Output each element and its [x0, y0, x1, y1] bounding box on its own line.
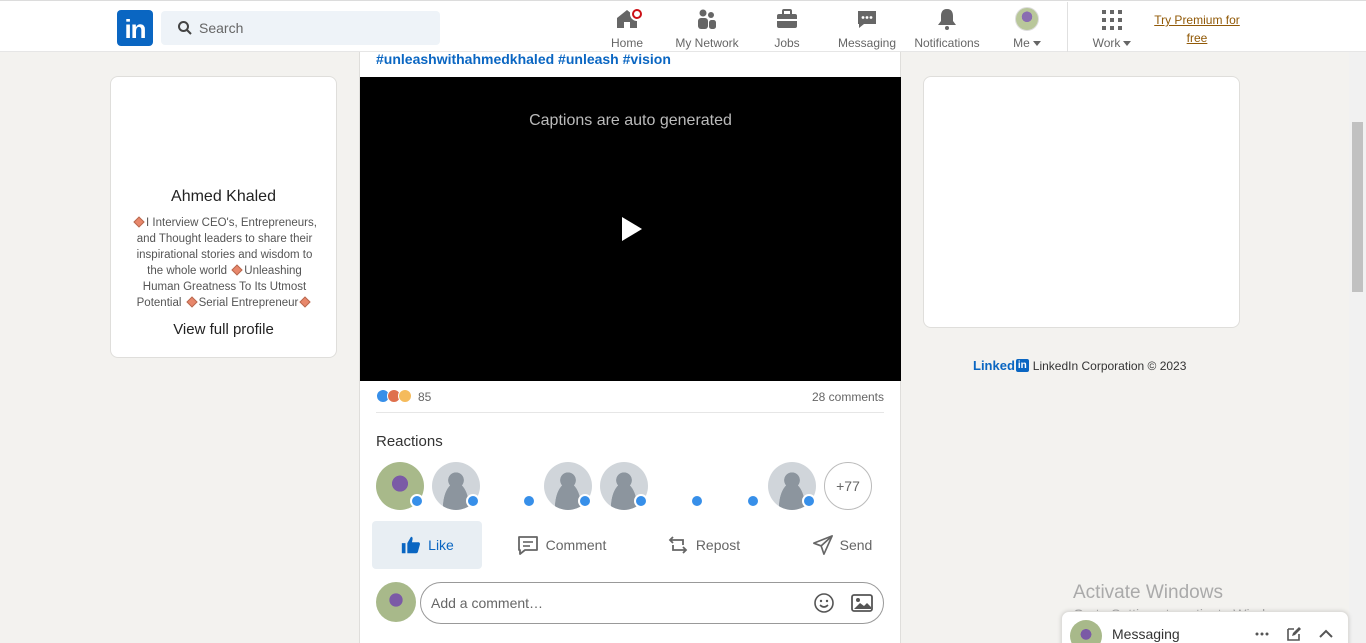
premium-line-2: free — [1186, 31, 1208, 45]
nav-messaging[interactable]: Messaging — [835, 5, 899, 51]
nav-me-label: Me — [1013, 36, 1030, 50]
view-full-profile-link[interactable]: View full profile — [111, 321, 336, 338]
comment-label: Comment — [545, 537, 607, 553]
nav-me[interactable]: Me — [1003, 5, 1051, 51]
like-badge-icon — [578, 494, 592, 508]
linkedin-logo[interactable]: in — [117, 10, 153, 46]
like-badge-icon — [690, 494, 704, 508]
search-icon — [178, 21, 192, 35]
nav-my-network-label: My Network — [675, 36, 739, 50]
messaging-overlay[interactable]: Messaging — [1061, 611, 1349, 643]
my-avatar — [376, 582, 416, 622]
comment-box — [376, 582, 886, 624]
like-badge-icon — [522, 494, 536, 508]
repost-button[interactable]: Repost — [658, 521, 748, 569]
premium-line-1: Try Premium for — [1154, 13, 1240, 27]
nav-notifications-label: Notifications — [914, 36, 980, 50]
nav-divider — [1067, 2, 1068, 52]
chevron-up-icon[interactable] — [1318, 626, 1334, 642]
like-badge-icon — [802, 494, 816, 508]
grid-apps-icon — [1088, 5, 1136, 31]
nav-home[interactable]: Home — [603, 5, 651, 51]
nav-my-network[interactable]: My Network — [669, 5, 745, 51]
home-icon — [603, 5, 651, 31]
like-button[interactable]: Like — [372, 521, 482, 569]
profile-bio: I Interview CEO's, Entrepreneurs, and Th… — [129, 215, 320, 311]
more-options-icon[interactable] — [1254, 626, 1270, 642]
reaction-count[interactable]: 85 — [418, 390, 431, 404]
ad-card — [923, 76, 1240, 328]
activate-windows-title: Activate Windows — [1073, 582, 1223, 603]
diamond-icon — [299, 296, 312, 308]
footer-copyright: LinkedIn Corporation © 2023 — [1032, 358, 1187, 373]
nav-messaging-label: Messaging — [837, 36, 897, 50]
chevron-down-icon — [1032, 41, 1041, 47]
messaging-label: Messaging — [1112, 626, 1180, 642]
footer: Linked in LinkedIn Corporation © 2023 — [973, 358, 1186, 373]
nav-notifications[interactable]: Notifications — [909, 5, 985, 51]
like-badge-icon — [466, 494, 480, 508]
emoji-icon[interactable] — [813, 592, 835, 614]
like-badge-icon — [410, 494, 424, 508]
profile-name[interactable]: Ahmed Khaled — [111, 188, 336, 206]
bio-part-3: Serial Entrepreneur — [198, 297, 299, 309]
search-input[interactable] — [199, 11, 429, 45]
diamond-icon — [133, 216, 145, 228]
repost-icon — [668, 536, 688, 554]
nav-home-label: Home — [610, 36, 643, 50]
nav-jobs-label: Jobs — [774, 36, 800, 50]
compose-icon[interactable] — [1286, 626, 1302, 642]
diamond-icon — [185, 296, 198, 308]
search-box[interactable] — [161, 11, 440, 45]
chevron-down-icon — [1123, 41, 1132, 47]
repost-label: Repost — [695, 537, 741, 553]
messaging-avatar — [1070, 620, 1102, 643]
scrollbar-thumb[interactable] — [1352, 122, 1363, 292]
reactions-title: Reactions — [376, 433, 443, 450]
feed-post: #unleashwithahmedkhaled #unleash #vision… — [359, 40, 901, 643]
social-counts: 85 28 comments — [376, 389, 884, 413]
send-icon — [812, 535, 833, 555]
play-icon[interactable] — [622, 217, 642, 241]
nav-work[interactable]: Work — [1088, 5, 1136, 51]
send-label: Send — [839, 537, 873, 553]
send-button[interactable]: Send — [794, 521, 890, 569]
like-badge-icon — [634, 494, 648, 508]
me-avatar — [1015, 7, 1039, 31]
comments-count[interactable]: 28 comments — [812, 390, 884, 404]
footer-brand-box: in — [1015, 359, 1029, 372]
nav-work-label: Work — [1092, 36, 1121, 50]
bell-icon — [909, 5, 985, 31]
notification-badge — [630, 7, 644, 21]
briefcase-icon — [763, 5, 811, 31]
thumbs-up-icon — [401, 536, 421, 554]
linkedin-footer-logo[interactable]: Linked in — [973, 358, 1029, 373]
more-reactors-button[interactable]: +77 — [824, 462, 872, 510]
page-scrollbar[interactable] — [1349, 52, 1366, 643]
like-badge-icon — [746, 494, 760, 508]
messaging-icon — [835, 5, 899, 31]
top-navigation-bar: in Home My Network Jobs Messaging Notifi… — [0, 0, 1366, 52]
diamond-icon — [231, 264, 243, 276]
comment-icon — [517, 536, 538, 555]
insightful-reaction-icon — [398, 389, 412, 403]
post-hashtags[interactable]: #unleashwithahmedkhaled #unleash #vision — [376, 51, 671, 67]
reaction-icons[interactable] — [376, 389, 412, 403]
captions-notice: Captions are auto generated — [529, 112, 732, 129]
video-player[interactable]: Captions are auto generated — [360, 77, 901, 381]
network-icon — [669, 5, 745, 31]
comment-button[interactable]: Comment — [506, 521, 616, 569]
nav-jobs[interactable]: Jobs — [763, 5, 811, 51]
footer-brand-text: Linked — [973, 358, 1015, 373]
profile-card: Ahmed Khaled I Interview CEO's, Entrepre… — [110, 76, 337, 358]
like-label: Like — [428, 537, 454, 553]
try-premium-link[interactable]: Try Premium for free — [1148, 11, 1246, 47]
image-icon[interactable] — [851, 593, 873, 613]
